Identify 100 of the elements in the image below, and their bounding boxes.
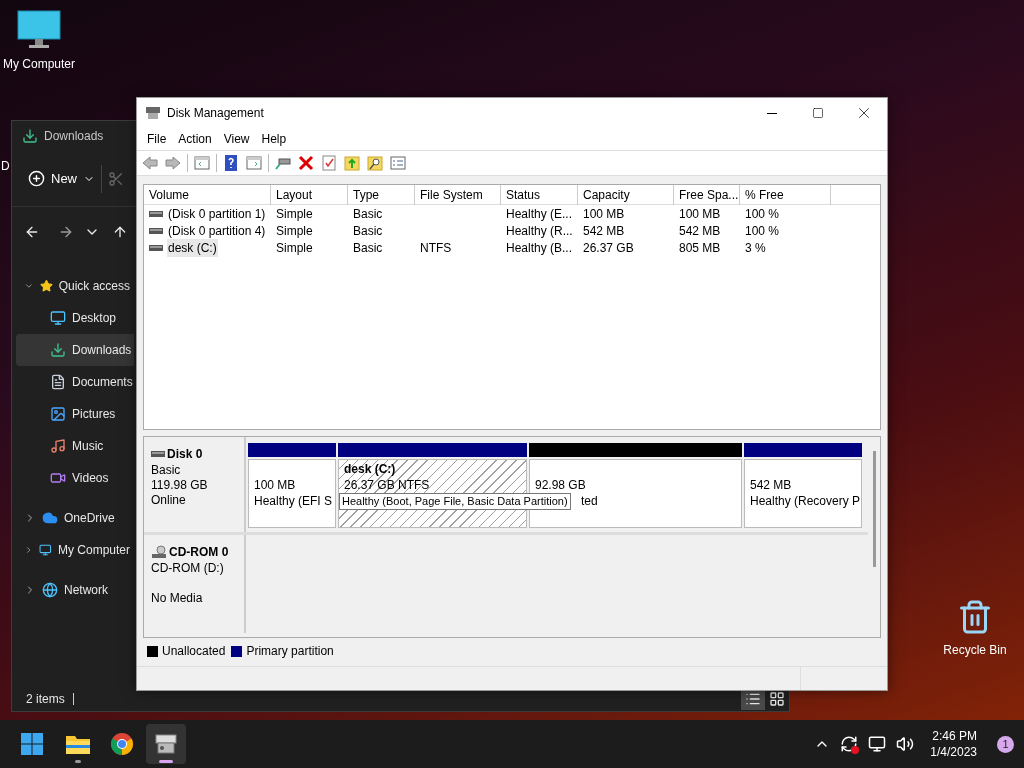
column-header[interactable]: File System — [415, 185, 501, 205]
taskbar-app-button[interactable] — [146, 724, 186, 764]
partition-text: Healthy (Recovery P — [750, 493, 861, 509]
column-header[interactable]: Volume — [144, 185, 271, 205]
table-cell-text: Healthy (B... — [506, 239, 573, 257]
music-icon — [50, 438, 66, 454]
menu-item[interactable]: Help — [255, 130, 293, 148]
partition-text: 26.37 GB NTFS — [344, 477, 430, 493]
disk-info: 119.98 GB — [151, 478, 209, 493]
clock-date: 1/4/2023 — [930, 744, 977, 760]
partition-text: 542 MB — [750, 477, 792, 493]
table-cell-text: Healthy (E... — [506, 205, 573, 223]
table-cell-text: Simple — [276, 205, 313, 223]
download-icon — [50, 342, 66, 358]
drive-icon — [151, 450, 165, 458]
column-header[interactable]: Status — [501, 185, 578, 205]
tree-label: OneDrive — [64, 510, 115, 527]
new-button[interactable]: New — [28, 162, 95, 195]
window-title: Disk Management — [167, 105, 264, 122]
disk-info: CD-ROM (D:) — [151, 561, 225, 576]
icon-label: My Computer — [3, 56, 75, 73]
table-cell-text: Basic — [353, 239, 383, 257]
table-cell-text: Simple — [276, 222, 313, 240]
column-header[interactable]: Free Spa... — [674, 185, 740, 205]
column-header[interactable]: Capacity — [578, 185, 674, 205]
delete-icon[interactable] — [297, 154, 315, 172]
tree-label: Documents — [72, 374, 133, 391]
tree-label: Desktop — [72, 310, 117, 327]
back-icon[interactable] — [141, 154, 159, 172]
tree-item[interactable]: Desktop — [16, 302, 134, 334]
table-cell-text: 100 % — [745, 205, 780, 223]
table-cell[interactable]: desk (C:) — [167, 238, 218, 257]
drive-icon — [149, 209, 163, 218]
document-icon — [50, 374, 66, 390]
monitor-icon[interactable] — [17, 10, 61, 50]
volume-icon[interactable] — [896, 735, 915, 753]
folder-up-icon[interactable] — [343, 154, 361, 172]
windows-logo-icon — [20, 732, 44, 756]
tree-label: My Computer — [57, 542, 130, 559]
tree-item[interactable]: Downloads — [16, 334, 134, 366]
table-cell-text: NTFS — [420, 239, 452, 257]
icon-label: D — [1, 158, 10, 175]
disk-info: No Media — [151, 591, 204, 606]
cut-icon[interactable] — [108, 170, 124, 187]
minimize-icon — [767, 112, 777, 114]
list-icon — [745, 691, 761, 707]
table-cell-text: 542 MB — [679, 222, 721, 240]
clock-time: 2:46 PM — [932, 728, 977, 744]
table-cell[interactable]: (Disk 0 partition 4) — [167, 221, 267, 240]
tree-item[interactable]: Quick access — [16, 270, 130, 302]
tree-item[interactable]: Videos — [16, 462, 134, 494]
plus-icon — [28, 170, 45, 187]
cloud-icon — [42, 510, 58, 526]
clock[interactable]: 2:46 PM 1/4/2023 — [930, 728, 977, 760]
disk-management-icon — [145, 106, 161, 120]
tree-item[interactable]: Documents — [16, 366, 134, 398]
forward-icon[interactable] — [164, 154, 182, 172]
column-header[interactable]: Type — [348, 185, 415, 205]
forward-arrow-icon[interactable] — [58, 224, 74, 240]
download-icon — [22, 128, 38, 144]
column-header[interactable]: Layout — [271, 185, 348, 205]
menu-item[interactable]: View — [217, 130, 256, 148]
tree-item[interactable]: Pictures — [16, 398, 134, 430]
table-cell-text: 100 MB — [679, 205, 721, 223]
picture-icon — [50, 406, 66, 422]
partition-text: 100 MB — [254, 477, 296, 493]
column-header[interactable]: % Free — [740, 185, 831, 205]
table-cell[interactable]: (Disk 0 partition 1) — [167, 204, 267, 223]
tree-label: Quick access — [58, 278, 130, 295]
sync-icon[interactable] — [840, 735, 859, 753]
tree-label: Music — [72, 438, 104, 455]
menu-item[interactable]: File — [141, 130, 173, 148]
tree-item[interactable]: Network — [16, 574, 130, 606]
browser-icon — [110, 732, 134, 756]
notification-badge[interactable]: 1 — [997, 735, 1014, 753]
tree-item[interactable]: OneDrive — [16, 502, 130, 534]
window-title: Downloads — [44, 128, 104, 145]
partition-box[interactable]: 542 MB Healthy (Recovery P — [744, 459, 862, 528]
scrollbar-thumb[interactable] — [872, 451, 876, 567]
table-cell-text: Healthy (R... — [506, 222, 573, 240]
table-cell-text: 26.37 GB — [583, 239, 634, 257]
disk-name: CD-ROM 0 — [169, 544, 229, 561]
menu-item[interactable]: Action — [172, 130, 218, 148]
table-cell-text: 3 % — [745, 239, 766, 257]
folder-search-icon[interactable] — [366, 154, 384, 172]
video-icon — [50, 470, 66, 486]
tree-label: Videos — [72, 470, 109, 487]
disk-name: Disk 0 — [167, 446, 203, 463]
partition-name: desk (C:) — [344, 462, 397, 477]
partition-text: ted — [581, 493, 598, 509]
folder-icon — [65, 733, 91, 755]
tree-item[interactable]: Music — [16, 430, 134, 462]
help-icon[interactable] — [222, 154, 240, 172]
back-arrow-icon[interactable] — [24, 224, 40, 240]
checklist-icon[interactable] — [320, 154, 338, 172]
tree-item[interactable]: My Computer — [16, 534, 130, 566]
network-icon[interactable] — [868, 735, 887, 753]
maximize-icon — [812, 107, 824, 119]
partition-box[interactable]: 100 MB Healthy (EFI S — [248, 459, 336, 528]
table-cell-text: Simple — [276, 239, 313, 257]
